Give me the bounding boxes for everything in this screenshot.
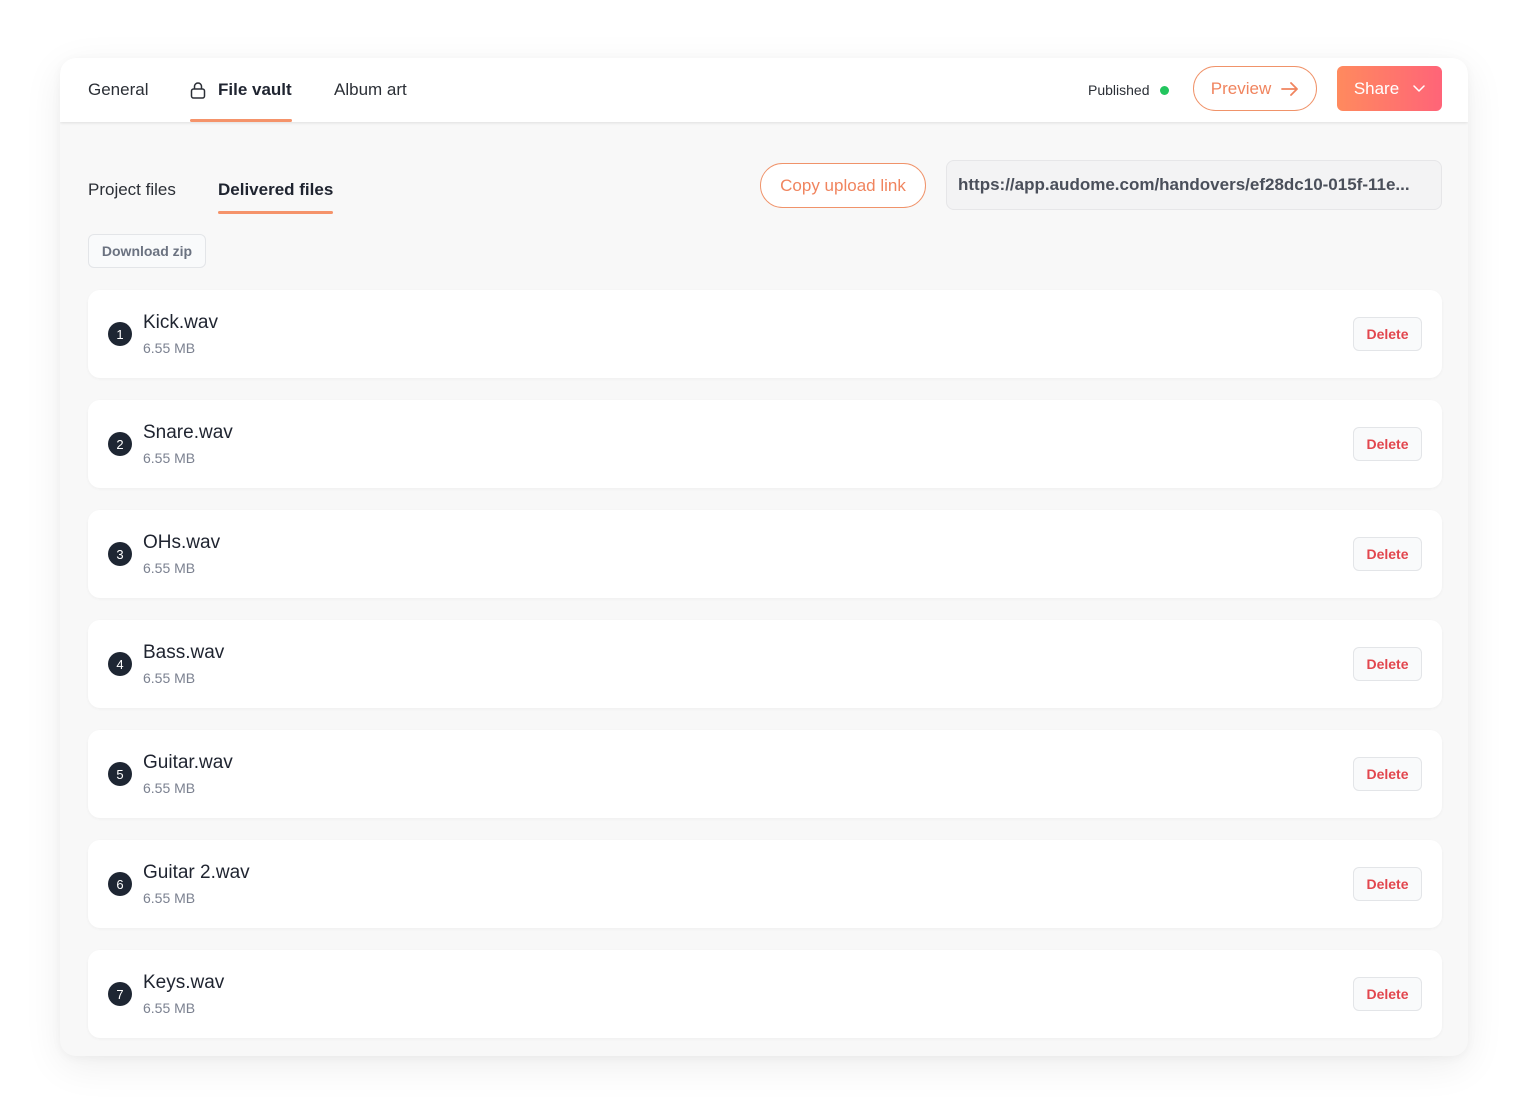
arrow-right-icon: [1281, 81, 1299, 96]
file-size: 6.55 MB: [143, 1000, 196, 1016]
file-size: 6.55 MB: [143, 670, 196, 686]
tab-label: File vault: [218, 80, 292, 99]
file-name: Guitar 2.wav: [143, 862, 250, 883]
file-size: 6.55 MB: [143, 560, 196, 576]
file-index-badge: 5: [108, 762, 132, 786]
tab-label: General: [88, 80, 149, 99]
file-size: 6.55 MB: [143, 890, 196, 906]
tab-file-vault[interactable]: File vault: [190, 58, 292, 122]
share-label: Share: [1353, 78, 1400, 98]
delete-button[interactable]: Delete: [1353, 757, 1422, 791]
file-name: Keys.wav: [143, 972, 225, 993]
subtab-delivered-files[interactable]: Delivered files: [218, 166, 334, 214]
subtab-label: Delivered files: [218, 180, 334, 199]
preview-button[interactable]: Preview: [1193, 66, 1317, 111]
chevron-down-icon: [1413, 84, 1425, 92]
delete-button[interactable]: Delete: [1353, 537, 1422, 571]
download-zip-label: Download zip: [101, 243, 193, 259]
upload-url: https://app.audome.com/handovers/ef28dc1…: [958, 175, 1410, 194]
file-index-badge: 7: [108, 982, 132, 1006]
delete-button[interactable]: Delete: [1353, 977, 1422, 1011]
file-name: Snare.wav: [143, 422, 233, 443]
file-size: 6.55 MB: [143, 780, 196, 796]
lock-icon: [190, 82, 206, 99]
upload-url-field[interactable]: https://app.audome.com/handovers/ef28dc1…: [946, 160, 1442, 210]
download-zip-button[interactable]: Download zip: [88, 234, 206, 268]
file-index-badge: 3: [108, 542, 132, 566]
file-row: 1 Kick.wav 6.55 MB Delete: [88, 290, 1442, 378]
status-label: Published: [1088, 82, 1150, 98]
file-row: 6 Guitar 2.wav 6.55 MB Delete: [88, 840, 1442, 928]
publish-status: Published: [1088, 58, 1169, 122]
file-name: Bass.wav: [143, 642, 225, 663]
top-nav-bar: General File vault Album art Published P…: [60, 58, 1468, 122]
file-name: OHs.wav: [143, 532, 221, 553]
delete-button[interactable]: Delete: [1353, 317, 1422, 351]
file-name: Guitar.wav: [143, 752, 233, 773]
subtab-label: Project files: [88, 180, 176, 199]
file-index-badge: 2: [108, 432, 132, 456]
delete-button[interactable]: Delete: [1353, 647, 1422, 681]
file-row: 2 Snare.wav 6.55 MB Delete: [88, 400, 1442, 488]
file-row: 5 Guitar.wav 6.55 MB Delete: [88, 730, 1442, 818]
subtab-project-files[interactable]: Project files: [88, 166, 176, 214]
file-row: 7 Keys.wav 6.55 MB Delete: [88, 950, 1442, 1038]
file-index-badge: 1: [108, 322, 132, 346]
delete-button[interactable]: Delete: [1353, 867, 1422, 901]
file-row: 4 Bass.wav 6.55 MB Delete: [88, 620, 1442, 708]
file-size: 6.55 MB: [143, 340, 196, 356]
file-vault-window: General File vault Album art Published P…: [60, 58, 1468, 1056]
file-index-badge: 4: [108, 652, 132, 676]
status-dot-icon: [1159, 85, 1169, 95]
copy-upload-link-button[interactable]: Copy upload link: [760, 163, 926, 208]
file-row: 3 OHs.wav 6.55 MB Delete: [88, 510, 1442, 598]
preview-label: Preview: [1210, 78, 1272, 98]
file-name: Kick.wav: [143, 312, 218, 333]
tab-label: Album art: [334, 80, 407, 99]
file-index-badge: 6: [108, 872, 132, 896]
copy-label: Copy upload link: [780, 175, 906, 195]
delivered-file-list: 1 Kick.wav 6.55 MB Delete 2 Snare.wav 6.…: [88, 290, 1442, 1056]
delete-button[interactable]: Delete: [1353, 427, 1422, 461]
tab-general[interactable]: General: [88, 58, 148, 122]
tab-album-art[interactable]: Album art: [334, 58, 407, 122]
file-size: 6.55 MB: [143, 450, 196, 466]
share-button[interactable]: Share: [1337, 66, 1442, 111]
